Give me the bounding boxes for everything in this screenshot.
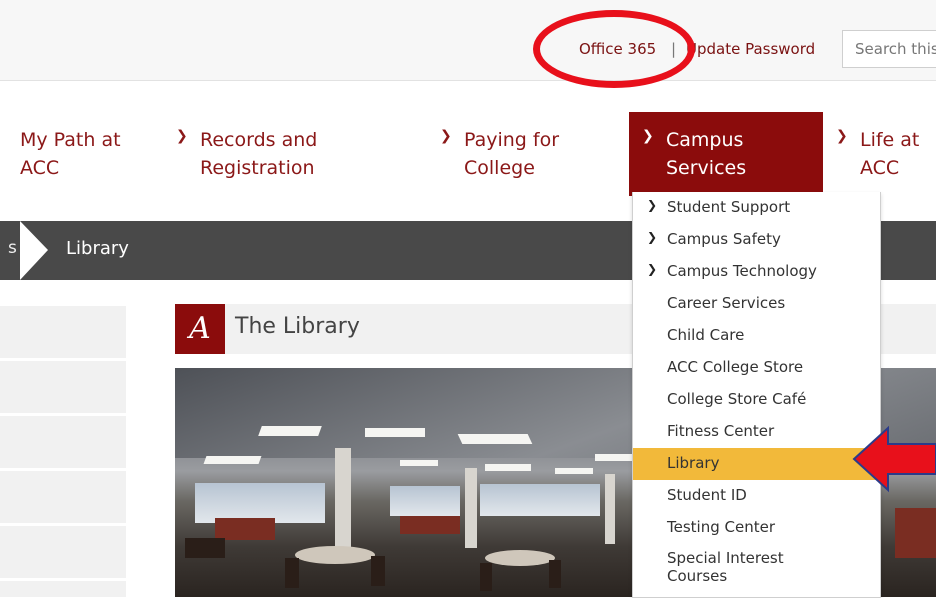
breadcrumb-previous[interactable]: s: [8, 238, 17, 258]
ceiling-light: [203, 456, 262, 464]
dropdown-item-college-store-cafe[interactable]: College Store Café: [633, 384, 880, 416]
window: [195, 483, 325, 523]
dropdown-item-child-care[interactable]: Child Care: [633, 320, 880, 352]
dropdown-item-campus-safety[interactable]: ❯ Campus Safety: [633, 224, 880, 256]
sidebar-item[interactable]: [0, 361, 126, 413]
chevron-right-icon: ❯: [647, 230, 658, 244]
office-365-link[interactable]: Office 365: [579, 40, 656, 58]
dropdown-item-career-services[interactable]: Career Services: [633, 288, 880, 320]
sidebar-item[interactable]: [0, 581, 126, 597]
dropdown-item-student-support[interactable]: ❯ Student Support: [633, 192, 880, 224]
nav-item-paying-for-college[interactable]: ❯ Paying for College: [440, 112, 620, 196]
dropdown-item-college-store[interactable]: ACC College Store: [633, 352, 880, 384]
ceiling-light: [457, 434, 533, 444]
breadcrumb-separator-icon: [20, 221, 48, 280]
chair: [371, 556, 385, 586]
nav-item-label: Life at ACC: [860, 129, 920, 179]
chevron-right-icon: ❯: [440, 128, 452, 144]
dropdown-item-student-id[interactable]: Student ID: [633, 480, 880, 512]
dropdown-item-testing-center[interactable]: Testing Center: [633, 512, 880, 544]
update-password-link[interactable]: Update Password: [686, 40, 815, 58]
chevron-right-icon: ❯: [647, 198, 658, 212]
bookshelf: [895, 508, 936, 558]
nav-item-label: Records and Registration: [200, 129, 318, 179]
nav-item-campus-services[interactable]: ❯ Campus Services: [629, 112, 823, 196]
ceiling-light: [595, 454, 635, 461]
dropdown-item-special-interest-courses[interactable]: Special Interest Courses: [633, 544, 880, 594]
campus-services-dropdown: ❯ Student Support ❯ Campus Safety ❯ Camp…: [632, 192, 881, 598]
nav-item-label: My Path at ACC: [20, 129, 121, 179]
chair: [549, 560, 561, 588]
chair: [480, 563, 492, 591]
chair: [185, 538, 225, 558]
dropdown-item-fitness-center[interactable]: Fitness Center: [633, 416, 880, 448]
chevron-right-icon: ❯: [176, 128, 188, 144]
window: [480, 484, 600, 516]
sidebar-item[interactable]: [0, 526, 126, 578]
dropdown-item-library[interactable]: Library: [633, 448, 880, 480]
pillar: [465, 468, 477, 548]
site-search-input[interactable]: [842, 30, 936, 68]
nav-item-records-registration[interactable]: ❯ Records and Registration: [176, 112, 416, 196]
round-table: [295, 546, 375, 564]
dropdown-item-campus-technology[interactable]: ❯ Campus Technology: [633, 256, 880, 288]
nav-item-life-at-acc[interactable]: ❯ Life at ACC: [836, 112, 936, 196]
pillar: [605, 474, 615, 544]
bookshelf: [400, 516, 460, 534]
chevron-right-icon: ❯: [647, 262, 658, 276]
round-table: [485, 550, 555, 566]
sidebar-item[interactable]: [0, 416, 126, 468]
ceiling-light: [365, 428, 425, 437]
ceiling-light: [485, 464, 531, 471]
pillar: [335, 448, 351, 558]
ceiling-light: [258, 426, 322, 436]
sidebar-item[interactable]: [0, 306, 126, 358]
chevron-right-icon: ❯: [836, 128, 848, 144]
sidebar-item[interactable]: [0, 471, 126, 523]
utility-bar: Office 365 | Update Password: [0, 0, 936, 81]
ceiling-light: [555, 468, 593, 474]
chevron-right-icon: ❯: [642, 128, 654, 144]
breadcrumb-current: Library: [66, 238, 129, 259]
nav-item-label: Paying for College: [464, 129, 560, 179]
nav-item-label: Campus Services: [666, 129, 747, 179]
chair: [285, 558, 299, 588]
page-title: The Library: [235, 314, 360, 339]
acc-logo-icon: A: [175, 304, 225, 354]
ceiling-light: [400, 460, 438, 466]
nav-item-my-path[interactable]: My Path at ACC: [20, 112, 160, 196]
window: [390, 486, 460, 516]
bookshelf: [215, 518, 275, 540]
utility-separator: |: [671, 40, 677, 58]
